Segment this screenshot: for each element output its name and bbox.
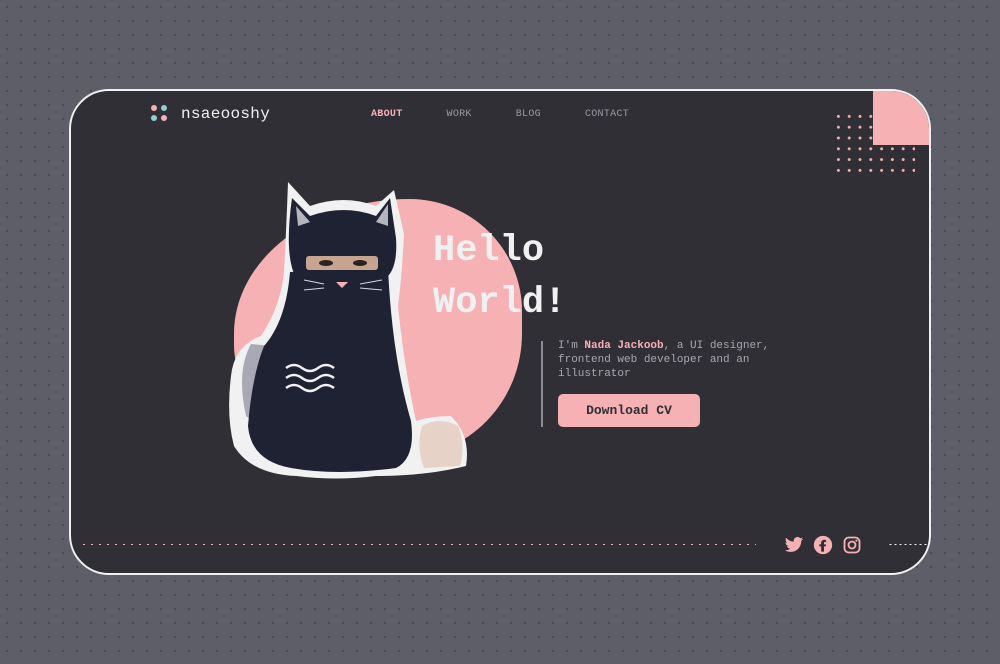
instagram-icon[interactable] [842,535,862,555]
hero-card: nsaeooshy ABOUT WORK BLOG CONTACT Hello … [69,89,931,575]
intro-divider [541,341,543,427]
logo-text: nsaeooshy [181,105,271,123]
download-cv-button[interactable]: Download CV [558,394,700,427]
social-links [784,535,871,555]
intro-text: I'm Nada Jackoob, a UI designer, fronten… [558,339,798,381]
nav-contact[interactable]: CONTACT [585,109,629,120]
decorative-dot-grid [833,111,915,177]
footer-dotted-line-right [888,543,929,546]
main-nav: ABOUT WORK BLOG CONTACT [371,109,673,120]
logo-mark-icon [151,105,169,123]
nav-work[interactable]: WORK [447,109,472,120]
facebook-icon[interactable] [813,535,833,555]
twitter-icon[interactable] [784,535,804,555]
intro-name: Nada Jackoob [584,340,664,352]
nav-about[interactable]: ABOUT [371,109,403,120]
portrait-illustration [229,182,467,479]
hero-title-line2: World! [433,282,567,324]
hero-title: Hello World! [433,225,566,329]
footer-dotted-line [80,543,756,546]
logo[interactable]: nsaeooshy [151,105,270,123]
intro-prefix: I'm [558,340,585,352]
nav-blog[interactable]: BLOG [516,109,541,120]
hero-title-line1: Hello [433,230,545,272]
